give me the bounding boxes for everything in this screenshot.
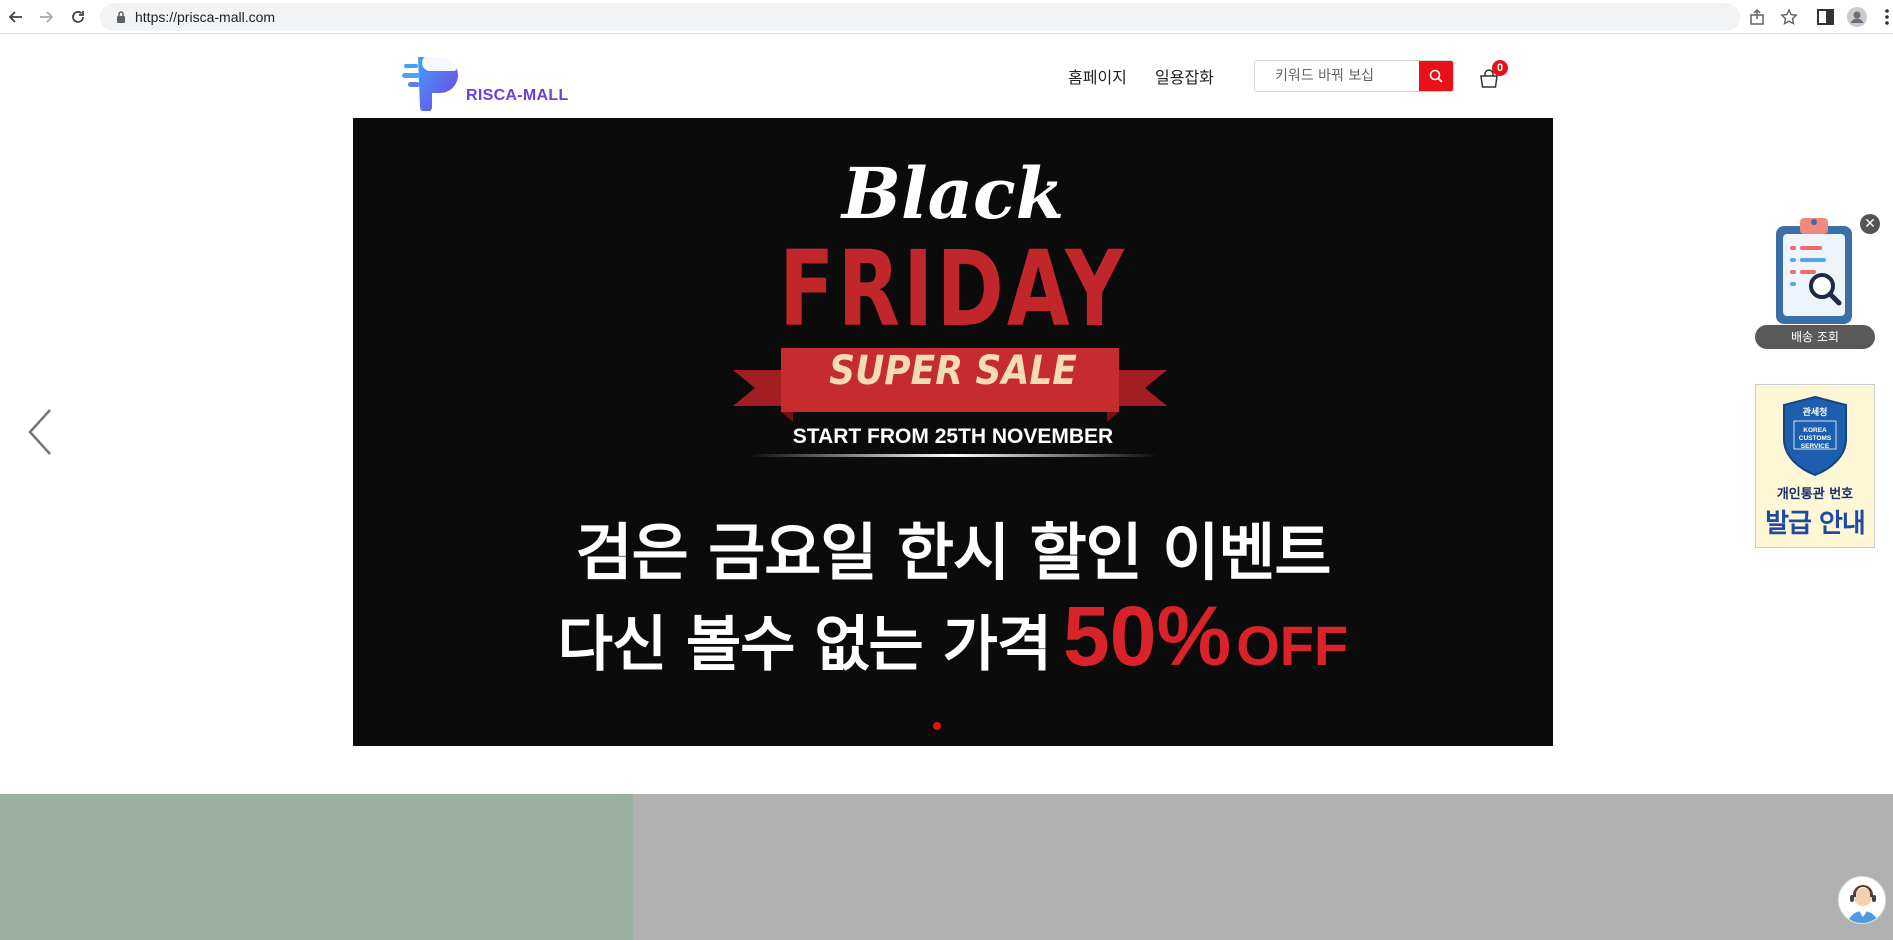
search-box <box>1254 60 1454 92</box>
profile-icon[interactable] <box>1846 6 1868 28</box>
hero-banner[interactable]: Black FRIDAY SUPER SALE START FROM 25TH … <box>353 118 1553 746</box>
nav-home[interactable]: 홈페이지 <box>1068 64 1127 88</box>
svg-text:KOREA: KOREA <box>1803 427 1827 434</box>
category-tile-gray[interactable] <box>633 794 1893 940</box>
chevron-left-icon[interactable] <box>26 408 54 456</box>
close-icon[interactable]: ✕ <box>1860 214 1880 234</box>
customs-shield-icon: 관세청 KOREA CUSTOMS SERVICE <box>1783 395 1847 477</box>
banner-headline-2: 다신 볼수 없는 가격 <box>557 610 1052 680</box>
customs-title: 개인통관 번호 <box>1776 487 1854 502</box>
kebab-menu-icon[interactable] <box>1876 6 1893 28</box>
customs-info-banner[interactable]: 관세청 KOREA CUSTOMS SERVICE 개인통관 번호 발급 안내 <box>1755 384 1875 548</box>
chat-agent-illustration <box>1847 885 1879 923</box>
banner-discount: 50% <box>1063 589 1232 683</box>
banner-title-friday: FRIDAY <box>779 228 1127 350</box>
search-icon <box>1429 69 1443 83</box>
category-tile-green[interactable] <box>0 794 633 940</box>
banner-super-sale: SUPER SALE <box>829 348 1077 394</box>
lock-icon[interactable] <box>114 10 128 24</box>
customs-badge-text: 관세청 <box>1803 406 1828 418</box>
browser-toolbar: https://prisca-mall.com <box>0 0 1893 34</box>
cart-button[interactable]: 0 <box>1478 60 1512 92</box>
banner-title-black: Black <box>841 152 1065 235</box>
back-icon[interactable] <box>4 5 28 29</box>
cart-count-badge: 0 <box>1492 60 1508 76</box>
star-icon[interactable] <box>1780 8 1798 26</box>
address-bar[interactable]: https://prisca-mall.com <box>100 3 1798 31</box>
delivery-tracking-button[interactable]: 배송 조회 <box>1755 325 1875 349</box>
svg-text:CUSTOMS: CUSTOMS <box>1799 435 1832 442</box>
customs-subtitle: 발급 안내 <box>1765 509 1866 539</box>
banner-start-date: START FROM 25TH NOVEMBER <box>792 425 1114 448</box>
svg-text:SERVICE: SERVICE <box>1801 443 1830 450</box>
share-icon[interactable] <box>1748 8 1766 26</box>
forward-icon[interactable] <box>34 5 58 29</box>
search-button[interactable] <box>1419 61 1453 91</box>
chat-agent-icon[interactable] <box>1838 876 1886 924</box>
banner-headline-1: 검은 금요일 한시 할인 이벤트 <box>575 516 1332 589</box>
banner-headline-2-row: 다신 볼수 없는 가격 50% OFF <box>353 588 1553 685</box>
site-logo[interactable]: RISCA-MALL <box>400 43 580 113</box>
logo-text: RISCA-MALL <box>466 87 569 104</box>
side-panel-icon[interactable] <box>1815 6 1837 28</box>
slider-dot-active[interactable] <box>933 722 941 730</box>
banner-off: OFF <box>1236 614 1349 677</box>
reload-icon[interactable] <box>66 5 90 29</box>
url-text[interactable]: https://prisca-mall.com <box>135 9 275 25</box>
banner-divider <box>748 454 1158 457</box>
search-input[interactable] <box>1255 61 1421 91</box>
nav-daily-goods[interactable]: 일용잡화 <box>1155 64 1214 88</box>
